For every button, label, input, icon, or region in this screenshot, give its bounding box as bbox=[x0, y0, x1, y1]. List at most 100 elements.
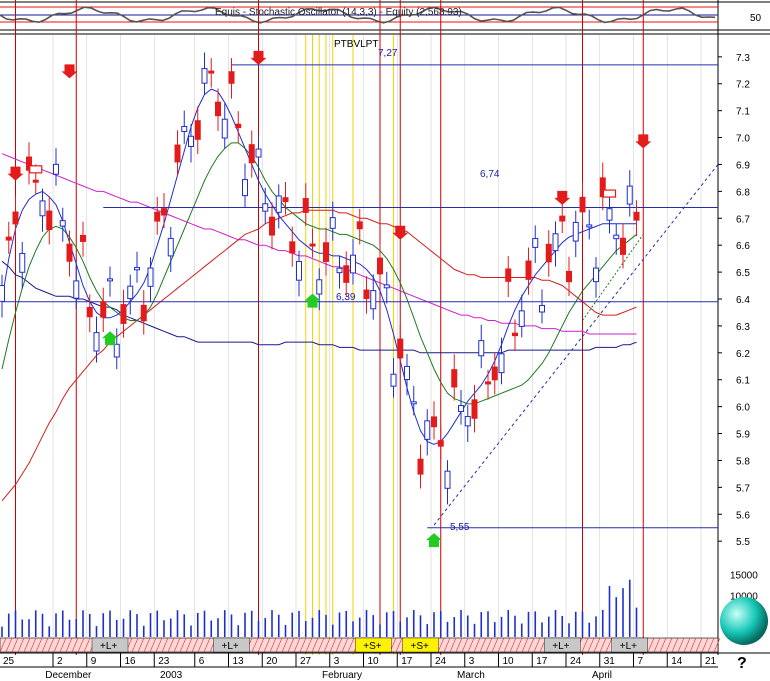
candle-body bbox=[316, 279, 323, 295]
box-marker-icon bbox=[29, 165, 43, 174]
candle-body bbox=[12, 211, 19, 225]
candle-body bbox=[464, 415, 471, 427]
help-icon[interactable]: ? bbox=[737, 655, 747, 673]
candle-body bbox=[262, 203, 269, 212]
price-tick-label: 7.3 bbox=[736, 53, 750, 64]
signal-box-label: +L+ bbox=[552, 641, 569, 652]
price-tick-label: 6.7 bbox=[736, 214, 750, 225]
date-tick-label: 31 bbox=[604, 656, 616, 667]
price-chart: Equis - Stochastic Oscillator (14,3,3) -… bbox=[0, 0, 770, 681]
candle-body bbox=[188, 135, 194, 147]
indicator-level-label: 50 bbox=[750, 13, 762, 24]
month-label: February bbox=[322, 670, 362, 681]
price-tick-label: 6.9 bbox=[736, 160, 750, 171]
level-line-label: 5,55 bbox=[450, 522, 470, 533]
candle-body bbox=[586, 224, 593, 228]
date-tick-label: 17 bbox=[536, 656, 548, 667]
price-tick-label: 6.1 bbox=[736, 376, 750, 387]
month-label: April bbox=[592, 670, 612, 681]
date-tick-label: 10 bbox=[503, 656, 515, 667]
candle-body bbox=[343, 265, 350, 283]
candle-body bbox=[167, 237, 174, 257]
date-tick-label: 3 bbox=[334, 656, 340, 667]
candle-body bbox=[370, 290, 377, 310]
candle-body bbox=[66, 243, 73, 262]
date-tick-label: 3 bbox=[469, 656, 475, 667]
candle-body bbox=[478, 340, 485, 357]
date-tick-label: 6 bbox=[199, 656, 205, 667]
price-tick-label: 5.5 bbox=[736, 537, 750, 548]
candle-body bbox=[221, 118, 228, 139]
price-tick-label: 6.5 bbox=[736, 268, 750, 279]
indicator-title: Equis - Stochastic Oscillator (14,3,3) -… bbox=[215, 7, 462, 18]
candle-body bbox=[525, 260, 532, 280]
candle-body bbox=[363, 289, 370, 299]
month-label: 2003 bbox=[160, 670, 183, 681]
candle-body bbox=[593, 267, 599, 283]
candle-body bbox=[53, 163, 59, 175]
date-tick-label: 24 bbox=[570, 656, 582, 667]
date-tick-label: 13 bbox=[233, 656, 245, 667]
candle-body bbox=[282, 197, 289, 203]
date-tick-label: 24 bbox=[435, 656, 447, 667]
candle-body bbox=[505, 268, 512, 282]
candle-body bbox=[572, 221, 579, 242]
date-tick-label: 21 bbox=[705, 656, 717, 667]
candle-body bbox=[113, 343, 120, 358]
candle-body bbox=[296, 260, 302, 281]
background bbox=[0, 0, 770, 681]
candle-body bbox=[491, 366, 498, 381]
price-tick-label: 7.1 bbox=[736, 107, 750, 118]
date-tick-label: 27 bbox=[300, 656, 312, 667]
candle-body bbox=[350, 254, 356, 274]
candle-body bbox=[5, 236, 12, 241]
candle-body bbox=[329, 217, 336, 229]
candle-body bbox=[242, 179, 248, 197]
candle-body bbox=[154, 211, 161, 222]
date-tick-label: 23 bbox=[158, 656, 170, 667]
candle-body bbox=[471, 399, 478, 419]
candle-body bbox=[215, 101, 221, 117]
candle-body bbox=[120, 304, 127, 324]
candle-body bbox=[512, 332, 518, 337]
candle-body bbox=[566, 270, 572, 283]
candle-body bbox=[633, 211, 640, 221]
candle-body bbox=[302, 198, 309, 213]
candle-body bbox=[356, 221, 363, 230]
candle-body bbox=[208, 70, 215, 74]
candle-body bbox=[404, 365, 410, 381]
candle-body bbox=[485, 381, 491, 385]
candle-body bbox=[248, 144, 255, 164]
month-label: March bbox=[457, 670, 485, 681]
candle-body bbox=[275, 195, 282, 213]
candle-body bbox=[417, 458, 424, 475]
date-tick-label: 9 bbox=[91, 656, 97, 667]
candle-body bbox=[46, 210, 53, 231]
candle-body bbox=[107, 278, 113, 282]
price-tick-label: 6.8 bbox=[736, 187, 750, 198]
date-tick-label: 17 bbox=[401, 656, 413, 667]
sphere-icon bbox=[720, 597, 768, 645]
candle-body bbox=[397, 338, 404, 359]
top-label: PTBVLPT bbox=[334, 39, 378, 50]
candle-body bbox=[424, 420, 431, 440]
price-tick-label: 7.2 bbox=[736, 80, 750, 91]
date-tick-label: 10 bbox=[368, 656, 380, 667]
candle-body bbox=[606, 208, 613, 221]
candle-body bbox=[323, 242, 329, 262]
candle-body bbox=[289, 241, 296, 254]
candle-body bbox=[518, 310, 525, 327]
price-tick-label: 6.2 bbox=[736, 349, 750, 360]
candle-body bbox=[626, 185, 633, 205]
candle-body bbox=[140, 304, 147, 322]
candle-body bbox=[559, 215, 566, 222]
candle-body bbox=[410, 401, 417, 405]
candle-body bbox=[431, 416, 437, 428]
candle-body bbox=[161, 208, 167, 216]
candle-body bbox=[437, 440, 444, 447]
candle-body bbox=[100, 301, 107, 318]
date-tick-label: 16 bbox=[125, 656, 137, 667]
signal-box-label: +L+ bbox=[620, 641, 637, 652]
signal-box-label: +L+ bbox=[100, 641, 117, 652]
candle-body bbox=[539, 304, 545, 313]
